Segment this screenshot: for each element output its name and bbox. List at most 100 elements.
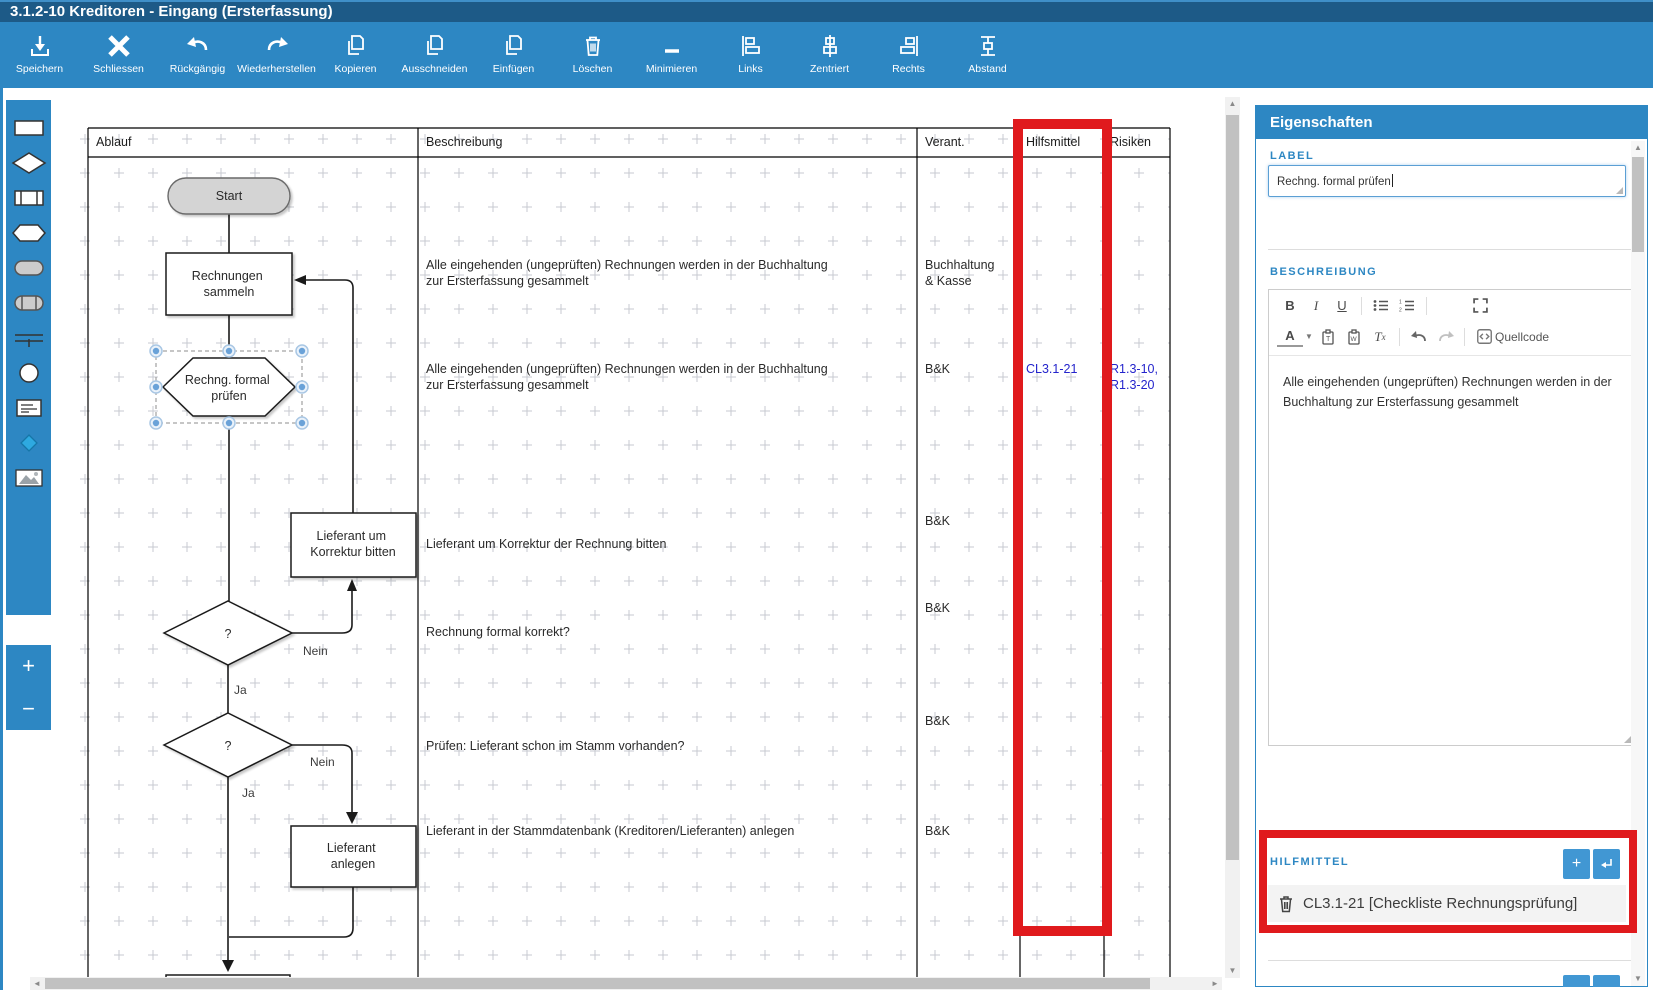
palette-parallel-lines[interactable] [6, 320, 51, 355]
zoom-in-button[interactable]: + [6, 655, 51, 677]
node-label-line: Lieferant [327, 841, 376, 855]
palette-rounded-rectangle[interactable] [6, 250, 51, 285]
scroll-down-icon[interactable]: ▼ [1631, 972, 1645, 986]
cut-button[interactable]: Ausschneiden [395, 22, 474, 88]
node-start[interactable]: Start [167, 177, 291, 215]
vertical-scroll-thumb[interactable] [1226, 115, 1239, 860]
align-right-button[interactable]: Rechts [869, 22, 948, 88]
panel-scrollbar[interactable]: ▲ ▼ [1631, 141, 1645, 986]
editor-toolbar-row-1: B I U 12 [1269, 290, 1633, 321]
align-left-icon [738, 31, 764, 61]
column-header-hilfsmittel: Hilfsmittel [1026, 135, 1080, 149]
maximize-button[interactable] [1467, 294, 1493, 318]
palette-note[interactable] [6, 390, 51, 425]
paste-as-text-button[interactable]: T [1315, 325, 1341, 349]
undo-button[interactable]: Rückgängig [158, 22, 237, 88]
zoom-out-button[interactable]: − [6, 697, 51, 720]
palette-process[interactable] [6, 180, 51, 215]
palette-diamond[interactable] [6, 145, 51, 180]
description-rich-text-editor[interactable]: B I U 12 A ▼ T W Tx Quellcode Alle einge… [1268, 289, 1634, 746]
label-input-value: Rechng. formal prüfen [1277, 176, 1391, 188]
save-button[interactable]: Speichern [0, 22, 79, 88]
delete-button[interactable]: Löschen [553, 22, 632, 88]
undo-icon [185, 31, 211, 61]
bold-button[interactable]: B [1277, 294, 1303, 318]
node-lieferant-anlegen[interactable]: Lieferant anlegen [290, 825, 417, 888]
svg-text:2: 2 [1399, 308, 1402, 313]
align-center-button[interactable]: Zentriert [790, 22, 869, 88]
copy-button[interactable]: Kopieren [316, 22, 395, 88]
risiko-ref[interactable]: R1.3-10, [1110, 362, 1158, 376]
scroll-down-icon[interactable]: ▼ [1225, 964, 1240, 978]
node-decision-1-label: ? [225, 627, 232, 641]
canvas-vertical-scrollbar[interactable]: ▲ ▼ [1225, 97, 1240, 978]
node-rechnungen-sammeln[interactable]: Rechnungen sammeln [165, 252, 293, 316]
hilfmittel-assign-button[interactable] [1593, 849, 1620, 879]
panel-scroll-thumb[interactable] [1632, 157, 1644, 252]
next-section-assign-button-partial[interactable] [1593, 975, 1620, 987]
close-button[interactable]: Schliessen [79, 22, 158, 88]
editor-redo-button[interactable] [1432, 325, 1458, 349]
bullet-list-button[interactable] [1368, 294, 1394, 318]
numbered-list-button[interactable]: 12 [1394, 294, 1420, 318]
label-input[interactable]: Rechng. formal prüfen [1268, 165, 1626, 197]
spacing-button[interactable]: Abstand [948, 22, 1027, 88]
svg-text:W: W [1351, 336, 1358, 343]
palette-hexagon[interactable] [6, 215, 51, 250]
toolbar-separator [1426, 296, 1427, 315]
palette-rectangle[interactable] [6, 110, 51, 145]
verant-line: B&K [925, 514, 951, 528]
desc-line: Lieferant in der Stammdatenbank (Kredito… [426, 824, 794, 838]
hilfmittel-section-heading: HILFMITTEL [1270, 856, 1350, 868]
align-right-icon [896, 31, 922, 61]
paste-from-word-button[interactable]: W [1341, 325, 1367, 349]
horizontal-scroll-thumb[interactable] [45, 978, 1150, 989]
hilfsmittel-ref[interactable]: CL3.1-21 [1026, 362, 1077, 376]
scroll-up-icon[interactable]: ▲ [1225, 97, 1240, 111]
editor-undo-button[interactable] [1406, 325, 1432, 349]
verant-line: Buchhaltung [925, 258, 995, 272]
section-divider [1268, 249, 1638, 250]
italic-button[interactable]: I [1303, 294, 1329, 318]
source-code-label[interactable]: Quellcode [1495, 325, 1549, 349]
verant-line: B&K [925, 362, 951, 376]
hilfmittel-add-button[interactable]: + [1563, 849, 1590, 879]
column-header-beschreibung: Beschreibung [426, 135, 502, 149]
node-label-line: anlegen [331, 857, 376, 871]
source-code-icon[interactable] [1471, 325, 1497, 349]
next-section-add-button-partial[interactable] [1563, 975, 1590, 987]
delete-item-trash-icon[interactable] [1278, 895, 1294, 913]
align-left-button[interactable]: Links [711, 22, 790, 88]
diagram-canvas[interactable]: Ablauf Beschreibung Verant. Hilfsmittel … [0, 88, 1225, 994]
scroll-right-icon[interactable]: ► [1208, 977, 1222, 990]
description-content[interactable]: Alle eingehenden (ungeprüften) Rechnunge… [1269, 356, 1633, 428]
scroll-left-icon[interactable]: ◄ [30, 977, 44, 990]
palette-small-diamond[interactable] [6, 425, 51, 460]
redo-button[interactable]: Wiederherstellen [237, 22, 316, 88]
palette-rounded-process[interactable] [6, 285, 51, 320]
palette-circle[interactable] [6, 355, 51, 390]
remove-format-button[interactable]: Tx [1367, 325, 1393, 349]
edge-label-nein-1: Nein [303, 644, 328, 658]
node-lieferant-korrektur[interactable]: Lieferant um Korrektur bitten [290, 512, 417, 578]
minimize-button[interactable]: Minimieren [632, 22, 711, 88]
risiko-ref[interactable]: R1.3-20 [1110, 378, 1155, 392]
verant-line: B&K [925, 824, 951, 838]
svg-text:1: 1 [1399, 300, 1402, 306]
hilfmittel-item-text: CL3.1-21 [Checkliste Rechnungsprüfung] [1303, 895, 1578, 912]
flowchart-svg: Ablauf Beschreibung Verant. Hilfsmittel … [56, 127, 1171, 994]
hilfmittel-list-item[interactable]: CL3.1-21 [Checkliste Rechnungsprüfung] [1268, 885, 1626, 922]
text-color-button[interactable]: A [1277, 327, 1303, 347]
scroll-up-icon[interactable]: ▲ [1631, 141, 1645, 155]
redo-icon [264, 31, 290, 61]
canvas-horizontal-scrollbar[interactable]: ◄ ► [30, 977, 1222, 990]
palette-image[interactable] [6, 460, 51, 495]
label-section-heading: LABEL [1270, 150, 1315, 162]
resize-handle-icon[interactable] [1616, 187, 1623, 194]
resize-handle-icon[interactable] [1624, 736, 1631, 743]
underline-button[interactable]: U [1329, 294, 1355, 318]
paste-button[interactable]: Einfügen [474, 22, 553, 88]
beschreibung-section-heading: BESCHREIBUNG [1270, 266, 1378, 278]
text-color-dropdown-icon[interactable]: ▼ [1303, 325, 1315, 349]
desc-line: Alle eingehenden (ungeprüften) Rechnunge… [426, 362, 828, 376]
